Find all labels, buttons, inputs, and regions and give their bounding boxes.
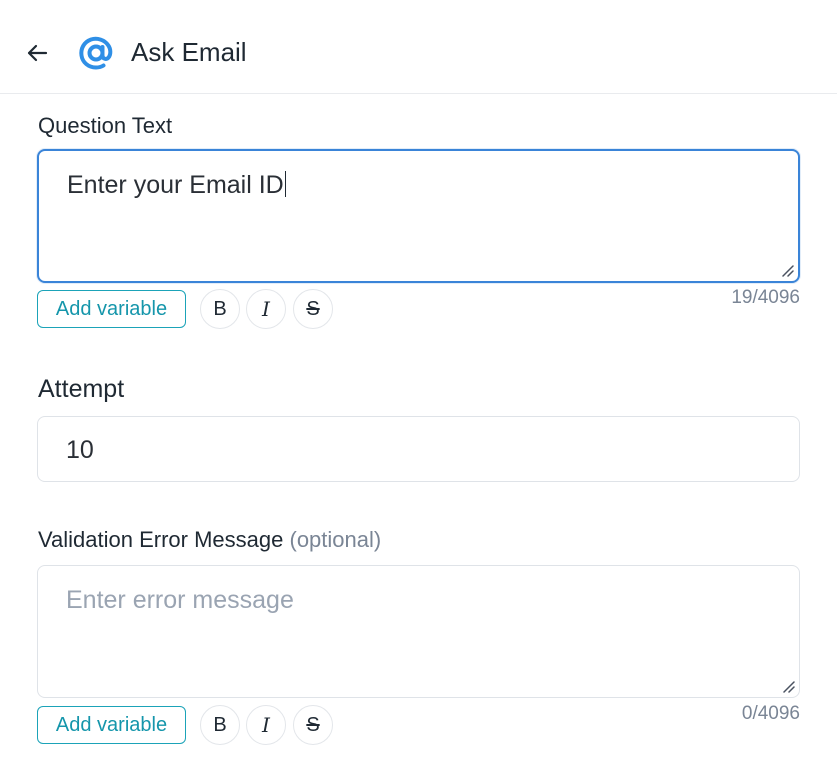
attempt-label: Attempt	[38, 375, 125, 403]
attempt-input[interactable]: 10	[37, 416, 800, 482]
character-counter: 0/4096	[741, 703, 800, 724]
at-sign-icon	[77, 34, 115, 72]
strikethrough-button[interactable]: S	[293, 289, 333, 329]
character-counter: 19/4096	[731, 287, 800, 308]
back-button[interactable]	[22, 38, 52, 68]
validation-error-placeholder: Enter error message	[66, 586, 294, 614]
resize-handle-icon[interactable]	[781, 679, 795, 693]
arrow-left-icon[interactable]	[26, 44, 48, 62]
question-toolbar: Add variable B I S 19/4096	[37, 287, 800, 331]
question-text-label: Question Text	[38, 113, 173, 138]
italic-button[interactable]: I	[246, 289, 286, 329]
validation-error-label: Validation Error Message (optional)	[38, 526, 381, 554]
validation-toolbar: Add variable B I S 0/4096	[37, 703, 800, 747]
add-variable-button[interactable]: Add variable	[37, 290, 186, 328]
header: Ask Email	[0, 0, 837, 94]
optional-tag: (optional)	[289, 527, 382, 552]
resize-handle-icon[interactable]	[780, 263, 794, 277]
validation-error-field[interactable]: Enter error message	[37, 565, 800, 698]
add-variable-button[interactable]: Add variable	[37, 706, 186, 744]
attempt-value: 10	[66, 436, 94, 464]
page-title: Ask Email	[131, 37, 247, 67]
validation-error-label-text: Validation Error Message	[38, 527, 284, 552]
bold-button[interactable]: B	[200, 705, 240, 745]
italic-button[interactable]: I	[246, 705, 286, 745]
bold-button[interactable]: B	[200, 289, 240, 329]
strikethrough-button[interactable]: S	[293, 705, 333, 745]
question-text-field[interactable]: Enter your Email ID	[37, 149, 800, 283]
question-text-value: Enter your Email ID	[67, 169, 287, 201]
text-caret	[284, 171, 287, 197]
